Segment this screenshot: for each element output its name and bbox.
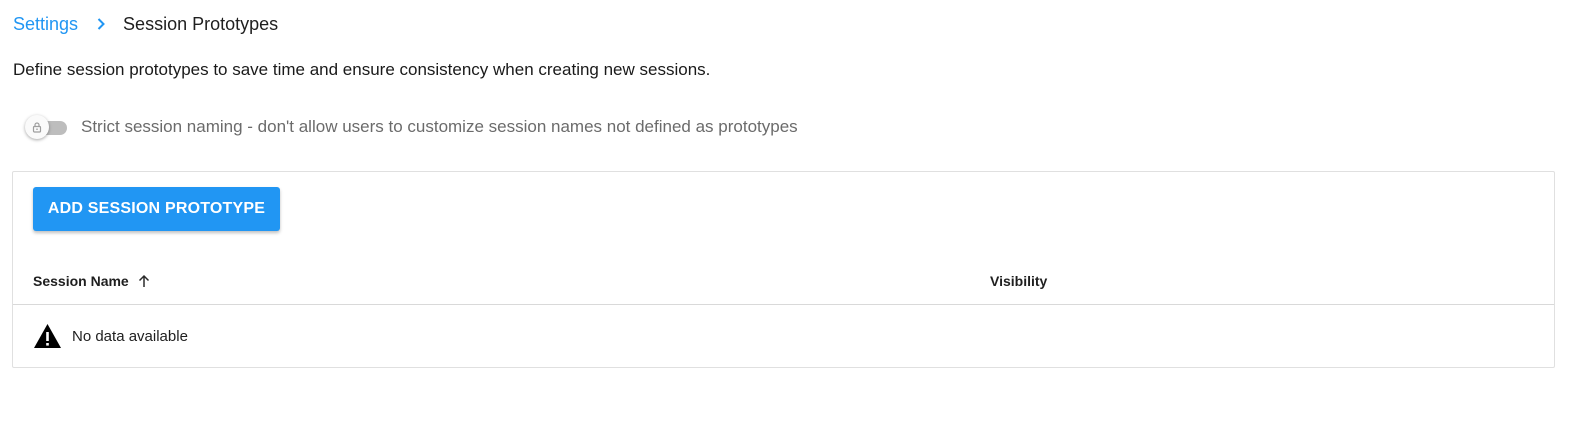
column-header-visibility[interactable]: Visibility: [990, 258, 1047, 304]
column-header-label: Visibility: [990, 273, 1048, 289]
session-prototypes-table-card: ADD SESSION PROTOTYPE Session Name Visib…: [12, 171, 1555, 368]
breadcrumb: Settings Session Prototypes: [13, 13, 278, 35]
strict-naming-setting: Strict session naming - don't allow user…: [23, 114, 798, 140]
toggle-thumb: [25, 115, 49, 139]
empty-state-text: No data available: [72, 327, 188, 345]
warning-icon: [33, 323, 62, 349]
lock-icon: [31, 121, 43, 133]
chevron-right-icon: [95, 18, 107, 30]
strict-naming-label: Strict session naming - don't allow user…: [81, 117, 798, 136]
column-header-session-name[interactable]: Session Name: [33, 258, 151, 304]
arrow-up-icon: [137, 274, 151, 288]
session-prototypes-page: Settings Session Prototypes Define sessi…: [0, 0, 1594, 429]
page-description: Define session prototypes to save time a…: [13, 60, 711, 79]
page-title: Session Prototypes: [123, 13, 279, 34]
add-session-prototype-button[interactable]: ADD SESSION PROTOTYPE: [33, 187, 280, 231]
breadcrumb-settings-link[interactable]: Settings: [13, 14, 78, 35]
column-header-label: Session Name: [33, 273, 129, 289]
table-empty-state: No data available: [33, 322, 188, 350]
strict-naming-toggle[interactable]: [23, 114, 69, 140]
table-header: Session Name Visibility: [13, 258, 1554, 305]
